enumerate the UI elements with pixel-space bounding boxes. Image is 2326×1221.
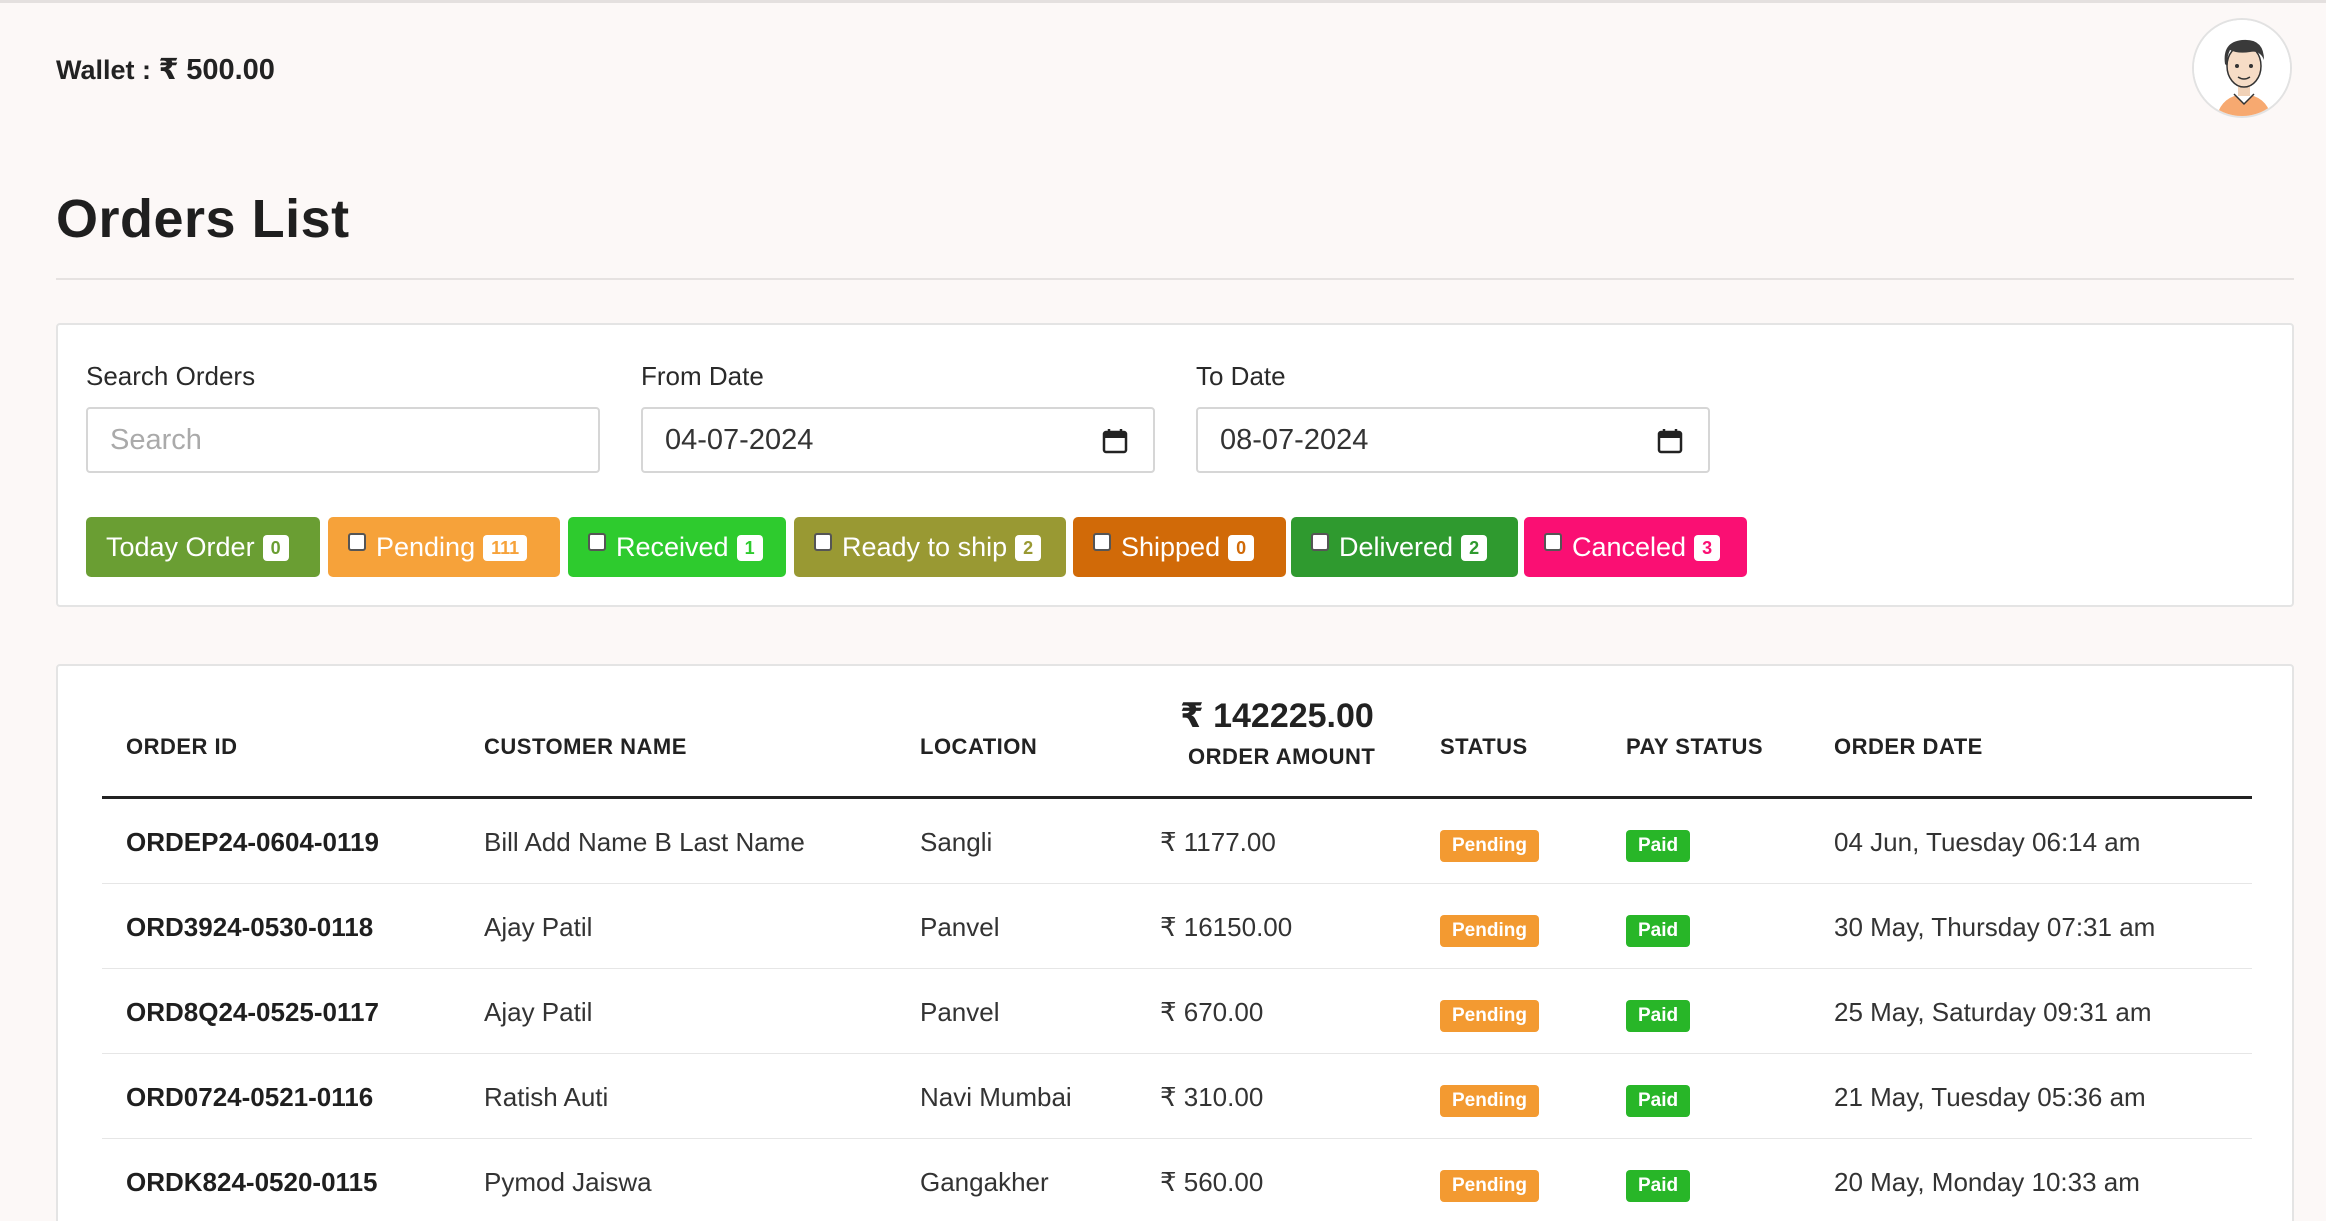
pending-checkbox[interactable]	[348, 533, 366, 551]
filter-chip-today-order[interactable]: Today Order 0	[86, 517, 320, 577]
pay-status-badge: Paid	[1626, 1000, 1691, 1032]
order-date: 04 Jun, Tuesday 06:14 am	[1834, 827, 2141, 857]
order-amount: ₹ 310.00	[1160, 1082, 1264, 1112]
from-date-label: From Date	[641, 361, 764, 391]
chip-label: Shipped	[1121, 531, 1221, 562]
header-location[interactable]: LOCATION	[920, 734, 1037, 760]
header-customer-name[interactable]: CUSTOMER NAME	[484, 734, 687, 760]
order-amount: ₹ 1177.00	[1160, 827, 1276, 857]
customer-name: Ajay Patil	[484, 912, 593, 942]
chip-label: Today Order	[106, 531, 255, 562]
location: Panvel	[920, 997, 1000, 1027]
filter-chip-ready-to-ship[interactable]: Ready to ship 2	[794, 517, 1066, 577]
location: Navi Mumbai	[920, 1082, 1072, 1112]
status-badge: Pending	[1440, 830, 1539, 862]
order-id[interactable]: ORD8Q24-0525-0117	[126, 997, 379, 1028]
status-badge: Pending	[1440, 1000, 1539, 1032]
filter-chip-received[interactable]: Received 1	[568, 517, 786, 577]
order-id[interactable]: ORDK824-0520-0115	[126, 1167, 378, 1198]
chip-label: Delivered	[1339, 531, 1454, 562]
search-input[interactable]: Search	[86, 407, 600, 473]
user-avatar[interactable]	[2192, 18, 2292, 118]
canceled-checkbox[interactable]	[1544, 533, 1562, 551]
delivered-checkbox[interactable]	[1311, 533, 1329, 551]
top-border	[0, 0, 2326, 3]
from-date-input[interactable]: 04-07-2024	[641, 407, 1155, 473]
status-badge: Pending	[1440, 1085, 1539, 1117]
calendar-icon[interactable]	[1101, 427, 1129, 455]
header-order-id[interactable]: ORDER ID	[126, 734, 238, 760]
calendar-icon[interactable]	[1656, 427, 1684, 455]
wallet-balance: Wallet : ₹ 500.00	[56, 52, 275, 87]
status-badge: Pending	[1440, 1170, 1539, 1202]
pay-status-badge: Paid	[1626, 915, 1691, 947]
to-date-input[interactable]: 08-07-2024	[1196, 407, 1710, 473]
order-date: 21 May, Tuesday 05:36 am	[1834, 1082, 2146, 1112]
order-amount: ₹ 670.00	[1160, 997, 1264, 1027]
chip-count-badge: 2	[1015, 535, 1042, 561]
filter-panel: Search Orders Search From Date 04-07-202…	[56, 323, 2294, 607]
chip-label: Canceled	[1572, 531, 1687, 562]
pay-status-badge: Paid	[1626, 830, 1691, 862]
filter-chip-canceled[interactable]: Canceled 3	[1524, 517, 1747, 577]
order-amount: ₹ 16150.00	[1160, 912, 1293, 942]
customer-name: Pymod Jaiswa	[484, 1167, 652, 1197]
customer-name: Bill Add Name B Last Name	[484, 827, 805, 857]
order-date: 25 May, Saturday 09:31 am	[1834, 997, 2152, 1027]
table-row[interactable]: ORD8Q24-0525-0117 Ajay Patil Panvel ₹ 67…	[102, 969, 2252, 1054]
order-id[interactable]: ORDEP24-0604-0119	[126, 827, 379, 858]
order-amount: ₹ 560.00	[1160, 1167, 1264, 1197]
wallet-label: Wallet :	[56, 55, 152, 85]
location: Sangli	[920, 827, 993, 857]
pay-status-badge: Paid	[1626, 1170, 1691, 1202]
wallet-currency: ₹	[158, 54, 179, 86]
customer-name: Ratish Auti	[484, 1082, 609, 1112]
location: Panvel	[920, 912, 1000, 942]
chip-count-badge: 0	[1228, 535, 1255, 561]
to-date-label: To Date	[1196, 361, 1286, 391]
wallet-amount: 500.00	[186, 54, 275, 86]
page-title: Orders List	[56, 189, 350, 249]
chip-label: Received	[616, 531, 729, 562]
table-row[interactable]: ORD3924-0530-0118 Ajay Patil Panvel ₹ 16…	[102, 884, 2252, 969]
filter-chip-pending[interactable]: Pending 111	[328, 517, 560, 577]
chip-count-badge: 3	[1694, 535, 1721, 561]
orders-table: ORDER ID CUSTOMER NAME LOCATION ₹ 142225…	[56, 664, 2294, 1221]
from-date-value: 04-07-2024	[665, 424, 814, 456]
chip-count-badge: 2	[1461, 535, 1488, 561]
chip-count-badge: 111	[483, 535, 528, 561]
received-checkbox[interactable]	[588, 533, 606, 551]
status-badge: Pending	[1440, 915, 1539, 947]
table-row[interactable]: ORDEP24-0604-0119 Bill Add Name B Last N…	[102, 799, 2252, 884]
header-status[interactable]: STATUS	[1440, 734, 1528, 760]
header-pay-status[interactable]: PAY STATUS	[1626, 734, 1763, 760]
title-divider	[56, 278, 2294, 280]
order-date: 30 May, Thursday 07:31 am	[1834, 912, 2156, 942]
header-order-date[interactable]: ORDER DATE	[1834, 734, 1983, 760]
chip-count-badge: 0	[262, 535, 289, 561]
chip-label: Ready to ship	[842, 531, 1008, 562]
total-order-amount: ₹ 142225.00	[1180, 697, 1374, 735]
pay-status-badge: Paid	[1626, 1085, 1691, 1117]
to-date-value: 08-07-2024	[1220, 424, 1369, 456]
customer-name: Ajay Patil	[484, 997, 593, 1027]
header-order-amount[interactable]: ORDER AMOUNT	[1188, 744, 1375, 770]
order-id[interactable]: ORD3924-0530-0118	[126, 912, 373, 943]
table-row[interactable]: ORD0724-0521-0116 Ratish Auti Navi Mumba…	[102, 1054, 2252, 1139]
filter-chip-shipped[interactable]: Shipped 0	[1073, 517, 1286, 577]
chip-label: Pending	[376, 531, 476, 562]
chip-count-badge: 1	[736, 535, 763, 561]
shipped-checkbox[interactable]	[1093, 533, 1111, 551]
search-orders-label: Search Orders	[86, 361, 256, 391]
order-id[interactable]: ORD0724-0521-0116	[126, 1082, 373, 1113]
user-avatar-icon	[2194, 20, 2290, 116]
location: Gangakher	[920, 1167, 1049, 1197]
table-row[interactable]: ORDK824-0520-0115 Pymod Jaiswa Gangakher…	[102, 1139, 2252, 1221]
ready-to-ship-checkbox[interactable]	[814, 533, 832, 551]
filter-chip-delivered[interactable]: Delivered 2	[1291, 517, 1518, 577]
order-date: 20 May, Monday 10:33 am	[1834, 1167, 2140, 1197]
